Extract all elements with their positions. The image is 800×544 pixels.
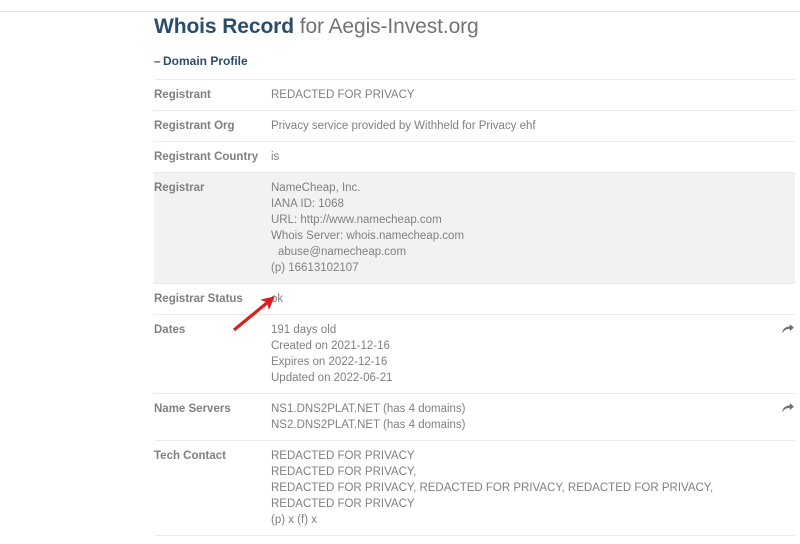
registrar-name: NameCheap, Inc.: [271, 182, 361, 194]
table-row-name-servers: Name Servers NS1.DNS2PLAT.NET (has 4 dom…: [154, 393, 795, 441]
row-value-registrant-country: is: [271, 151, 280, 163]
row-action-name-servers: [759, 394, 795, 441]
row-value-registrant: REDACTED FOR PRIVACY: [271, 89, 415, 101]
row-label-registrant-country: Registrant Country: [154, 151, 259, 163]
registrar-whois-server: Whois Server: whois.namecheap.com: [271, 230, 465, 242]
share-arrow-icon[interactable]: [781, 401, 795, 415]
row-label-registrant: Registrant: [154, 89, 211, 101]
whois-content-area: Whois Record for Aegis-Invest.org – Domai…: [128, 0, 800, 544]
row-value-name-servers: NS1.DNS2PLAT.NET (has 4 domains) NS2.DNS…: [271, 394, 759, 441]
table-row-ip-address: IP Address 172.105.80.154 - 574 other si…: [154, 535, 795, 544]
dates-updated: Updated on 2022-06-21: [271, 372, 393, 384]
share-arrow-icon[interactable]: [781, 322, 795, 336]
row-action-tech-contact: [759, 441, 795, 536]
tech-contact-address: REDACTED FOR PRIVACY, REDACTED FOR PRIVA…: [271, 482, 714, 510]
whois-record-page: Whois Record for Aegis-Invest.org – Domai…: [0, 0, 800, 544]
row-label-tech-contact: Tech Contact: [154, 450, 226, 462]
page-title-domain: for Aegis-Invest.org: [293, 15, 479, 38]
table-row: Registrar Status ok: [154, 283, 795, 315]
row-action-registrar-status: [759, 284, 795, 315]
row-label-ip-address: IP Address: [154, 536, 271, 544]
row-value-dates: 191 days old Created on 2021-12-16 Expir…: [271, 315, 759, 394]
tech-contact-org: REDACTED FOR PRIVACY,: [271, 466, 417, 478]
domain-profile-toggle[interactable]: – Domain Profile: [154, 54, 248, 68]
row-value-registrant-org: Privacy service provided by Withheld for…: [271, 120, 536, 132]
table-row: Registrant Country is: [154, 141, 795, 173]
table-row: Registrant REDACTED FOR PRIVACY: [154, 79, 795, 111]
row-action-ip-address: [759, 536, 795, 544]
row-action-registrant-country: [759, 142, 795, 173]
row-action-registrant-org: [759, 111, 795, 142]
page-title-strong: Whois Record: [154, 15, 294, 38]
tech-contact-name: REDACTED FOR PRIVACY: [271, 450, 415, 462]
row-label-registrant-org: Registrant Org: [154, 120, 235, 132]
row-action-registrant: [759, 80, 795, 111]
whois-record-table: Registrant REDACTED FOR PRIVACY Registra…: [154, 79, 795, 544]
row-label-dates: Dates: [154, 324, 186, 336]
table-row-registrar: Registrar NameCheap, Inc. IANA ID: 1068 …: [154, 172, 795, 284]
row-label-registrar-status: Registrar Status: [154, 293, 243, 305]
dates-created: Created on 2021-12-16: [271, 340, 390, 352]
table-row-tech-contact: Tech Contact REDACTED FOR PRIVACY REDACT…: [154, 440, 795, 536]
domain-profile-toggle-label: Domain Profile: [163, 54, 248, 68]
row-value-registrar-status: ok: [271, 293, 284, 305]
table-row: Registrant Org Privacy service provided …: [154, 110, 795, 142]
table-row-dates: Dates 191 days old Created on 2021-12-16…: [154, 314, 795, 394]
registrar-phone: (p) 16613102107: [271, 262, 359, 274]
minus-icon: –: [154, 54, 161, 68]
registrar-abuse-email: abuse@namecheap.com: [278, 246, 407, 258]
row-label-registrar: Registrar: [154, 182, 205, 194]
row-label-name-servers: Name Servers: [154, 403, 231, 415]
registrar-url: URL: http://www.namecheap.com: [271, 214, 442, 226]
page-title: Whois Record for Aegis-Invest.org: [154, 0, 785, 40]
row-value-ip-address: 172.105.80.154 - 574 other sites hosted …: [271, 536, 759, 544]
tech-contact-phone: (p) x (f) x: [271, 514, 317, 526]
name-server-1: NS1.DNS2PLAT.NET (has 4 domains): [271, 403, 466, 415]
row-action-registrar: [759, 173, 795, 284]
row-value-tech-contact: REDACTED FOR PRIVACY REDACTED FOR PRIVAC…: [271, 441, 759, 536]
dates-age: 191 days old: [271, 324, 337, 336]
row-value-registrar: NameCheap, Inc. IANA ID: 1068 URL: http:…: [271, 173, 759, 284]
name-server-2: NS2.DNS2PLAT.NET (has 4 domains): [271, 419, 466, 431]
registrar-iana-id: IANA ID: 1068: [271, 198, 344, 210]
row-action-dates: [759, 315, 795, 394]
dates-expires: Expires on 2022-12-16: [271, 356, 388, 368]
